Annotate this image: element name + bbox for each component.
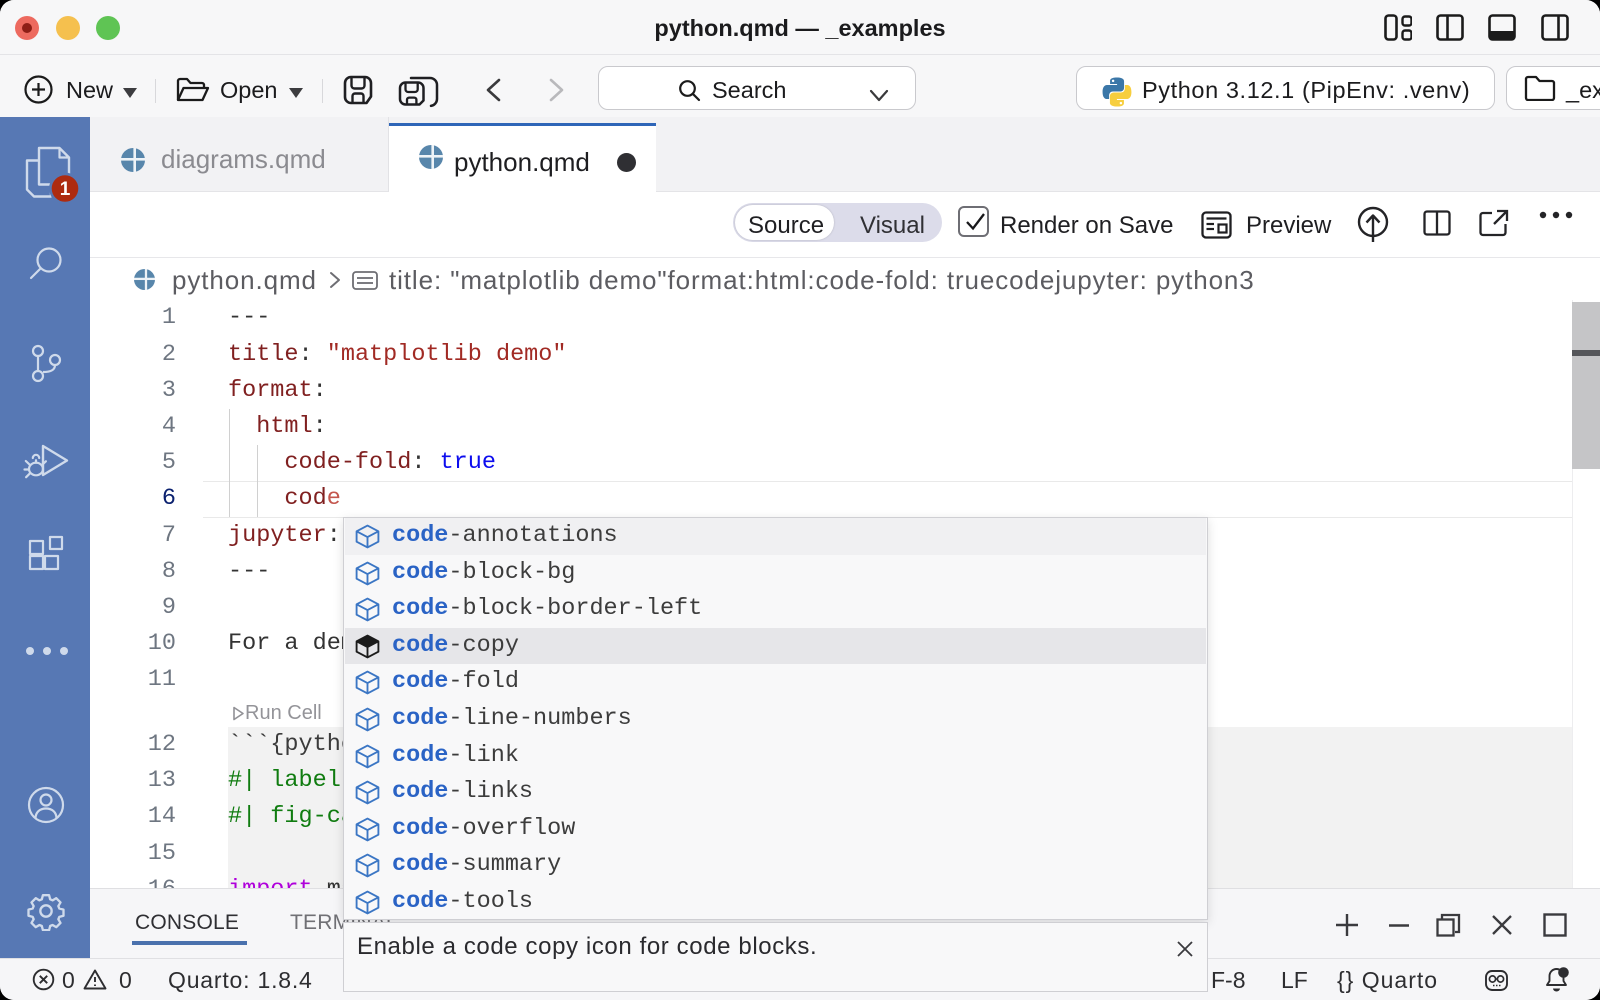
svg-text:1: 1 [60, 179, 71, 200]
